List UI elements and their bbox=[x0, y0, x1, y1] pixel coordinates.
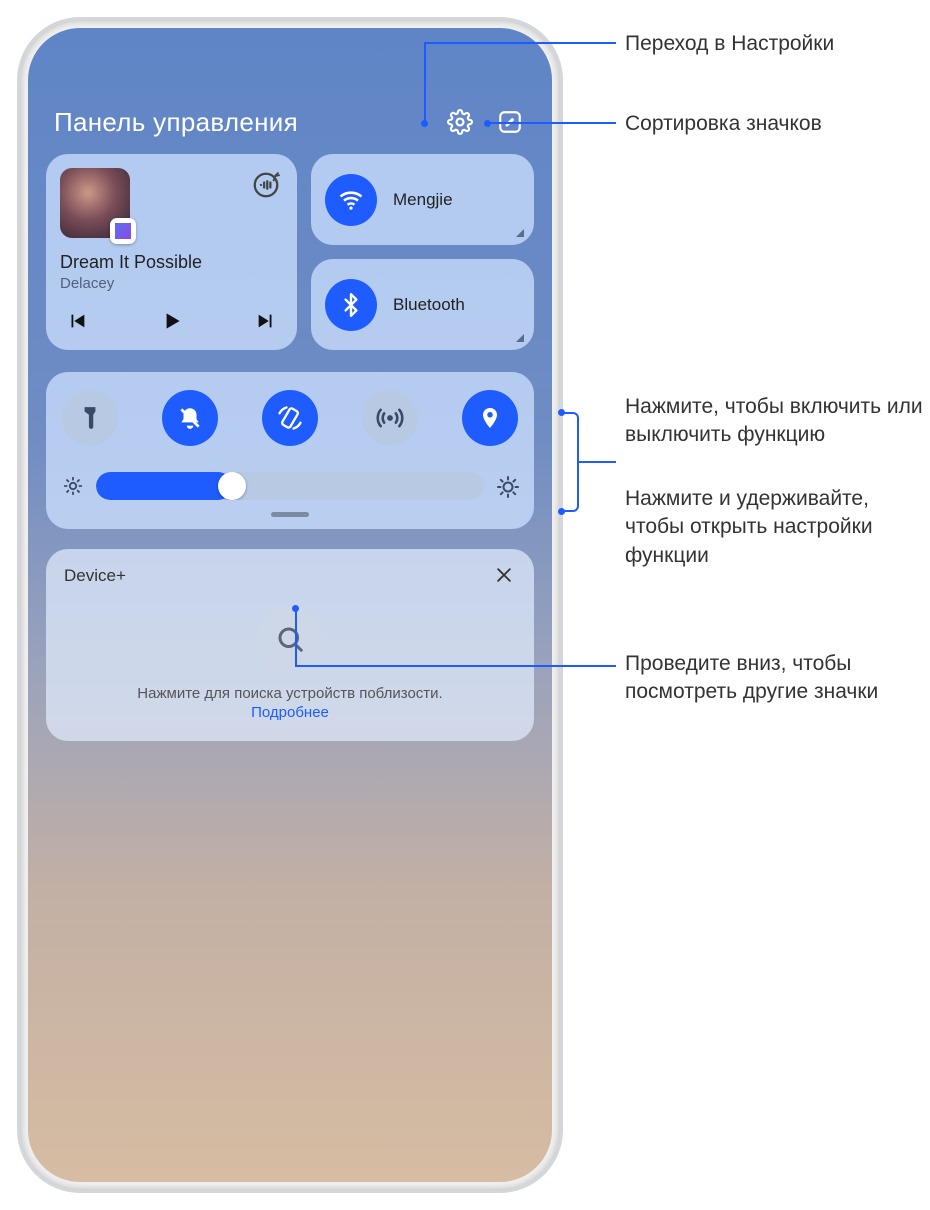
bluetooth-label: Bluetooth bbox=[393, 295, 465, 315]
control-panel-header: Панель управления bbox=[46, 46, 534, 154]
location-toggle[interactable] bbox=[462, 390, 518, 446]
expand-corner-icon bbox=[516, 334, 524, 342]
hotspot-toggle[interactable] bbox=[362, 390, 418, 446]
learn-more-link[interactable]: Подробнее bbox=[64, 704, 516, 721]
quick-settings-card bbox=[46, 372, 534, 529]
top-row: Dream It Possible Delacey bbox=[46, 154, 534, 350]
page-title: Панель управления bbox=[54, 107, 426, 138]
bluetooth-toggle[interactable]: Bluetooth bbox=[311, 259, 534, 350]
wifi-label: Mengjie bbox=[393, 190, 453, 210]
auto-rotate-toggle[interactable] bbox=[262, 390, 318, 446]
music-card[interactable]: Dream It Possible Delacey bbox=[46, 154, 297, 350]
search-devices-button[interactable] bbox=[258, 607, 322, 671]
connectivity-column: Mengjie Bluetooth bbox=[311, 154, 534, 350]
annotation-swipe: Проведите вниз, чтобы посмотреть другие … bbox=[625, 650, 905, 707]
play-icon[interactable] bbox=[157, 306, 187, 336]
annotation-tap: Нажмите, чтобы включить или выключить фу… bbox=[625, 393, 925, 450]
wifi-icon bbox=[325, 174, 377, 226]
song-title: Dream It Possible bbox=[60, 252, 283, 273]
phone-screen: Панель управления bbox=[28, 28, 552, 1182]
media-controls bbox=[60, 306, 283, 336]
album-art bbox=[60, 168, 130, 238]
flashlight-toggle[interactable] bbox=[62, 390, 118, 446]
close-icon[interactable] bbox=[494, 565, 516, 587]
mute-toggle[interactable] bbox=[162, 390, 218, 446]
settings-icon[interactable] bbox=[444, 106, 476, 138]
phone-frame: Панель управления bbox=[20, 20, 560, 1190]
device-hint-text: Нажмите для поиска устройств поблизости. bbox=[64, 685, 516, 702]
brightness-low-icon bbox=[62, 475, 84, 497]
song-artist: Delacey bbox=[60, 275, 283, 292]
bluetooth-icon bbox=[325, 279, 377, 331]
brightness-row bbox=[62, 472, 518, 500]
quick-settings-row bbox=[62, 390, 518, 446]
wifi-toggle[interactable]: Mengjie bbox=[311, 154, 534, 245]
device-plus-title: Device+ bbox=[64, 566, 126, 586]
brightness-slider[interactable] bbox=[96, 472, 484, 500]
annotation-settings: Переход в Настройки bbox=[625, 30, 834, 58]
next-track-icon[interactable] bbox=[251, 306, 281, 336]
drag-handle-icon[interactable] bbox=[271, 512, 309, 517]
device-plus-card: Device+ Нажмите для поиска устройств поб… bbox=[46, 549, 534, 741]
annotation-sort: Сортировка значков bbox=[625, 110, 822, 138]
expand-corner-icon bbox=[516, 229, 524, 237]
audio-cast-icon[interactable] bbox=[249, 168, 283, 202]
brightness-high-icon bbox=[496, 475, 518, 497]
annotation-hold: Нажмите и удерживайте, чтобы открыть нас… bbox=[625, 485, 925, 570]
previous-track-icon[interactable] bbox=[62, 306, 92, 336]
